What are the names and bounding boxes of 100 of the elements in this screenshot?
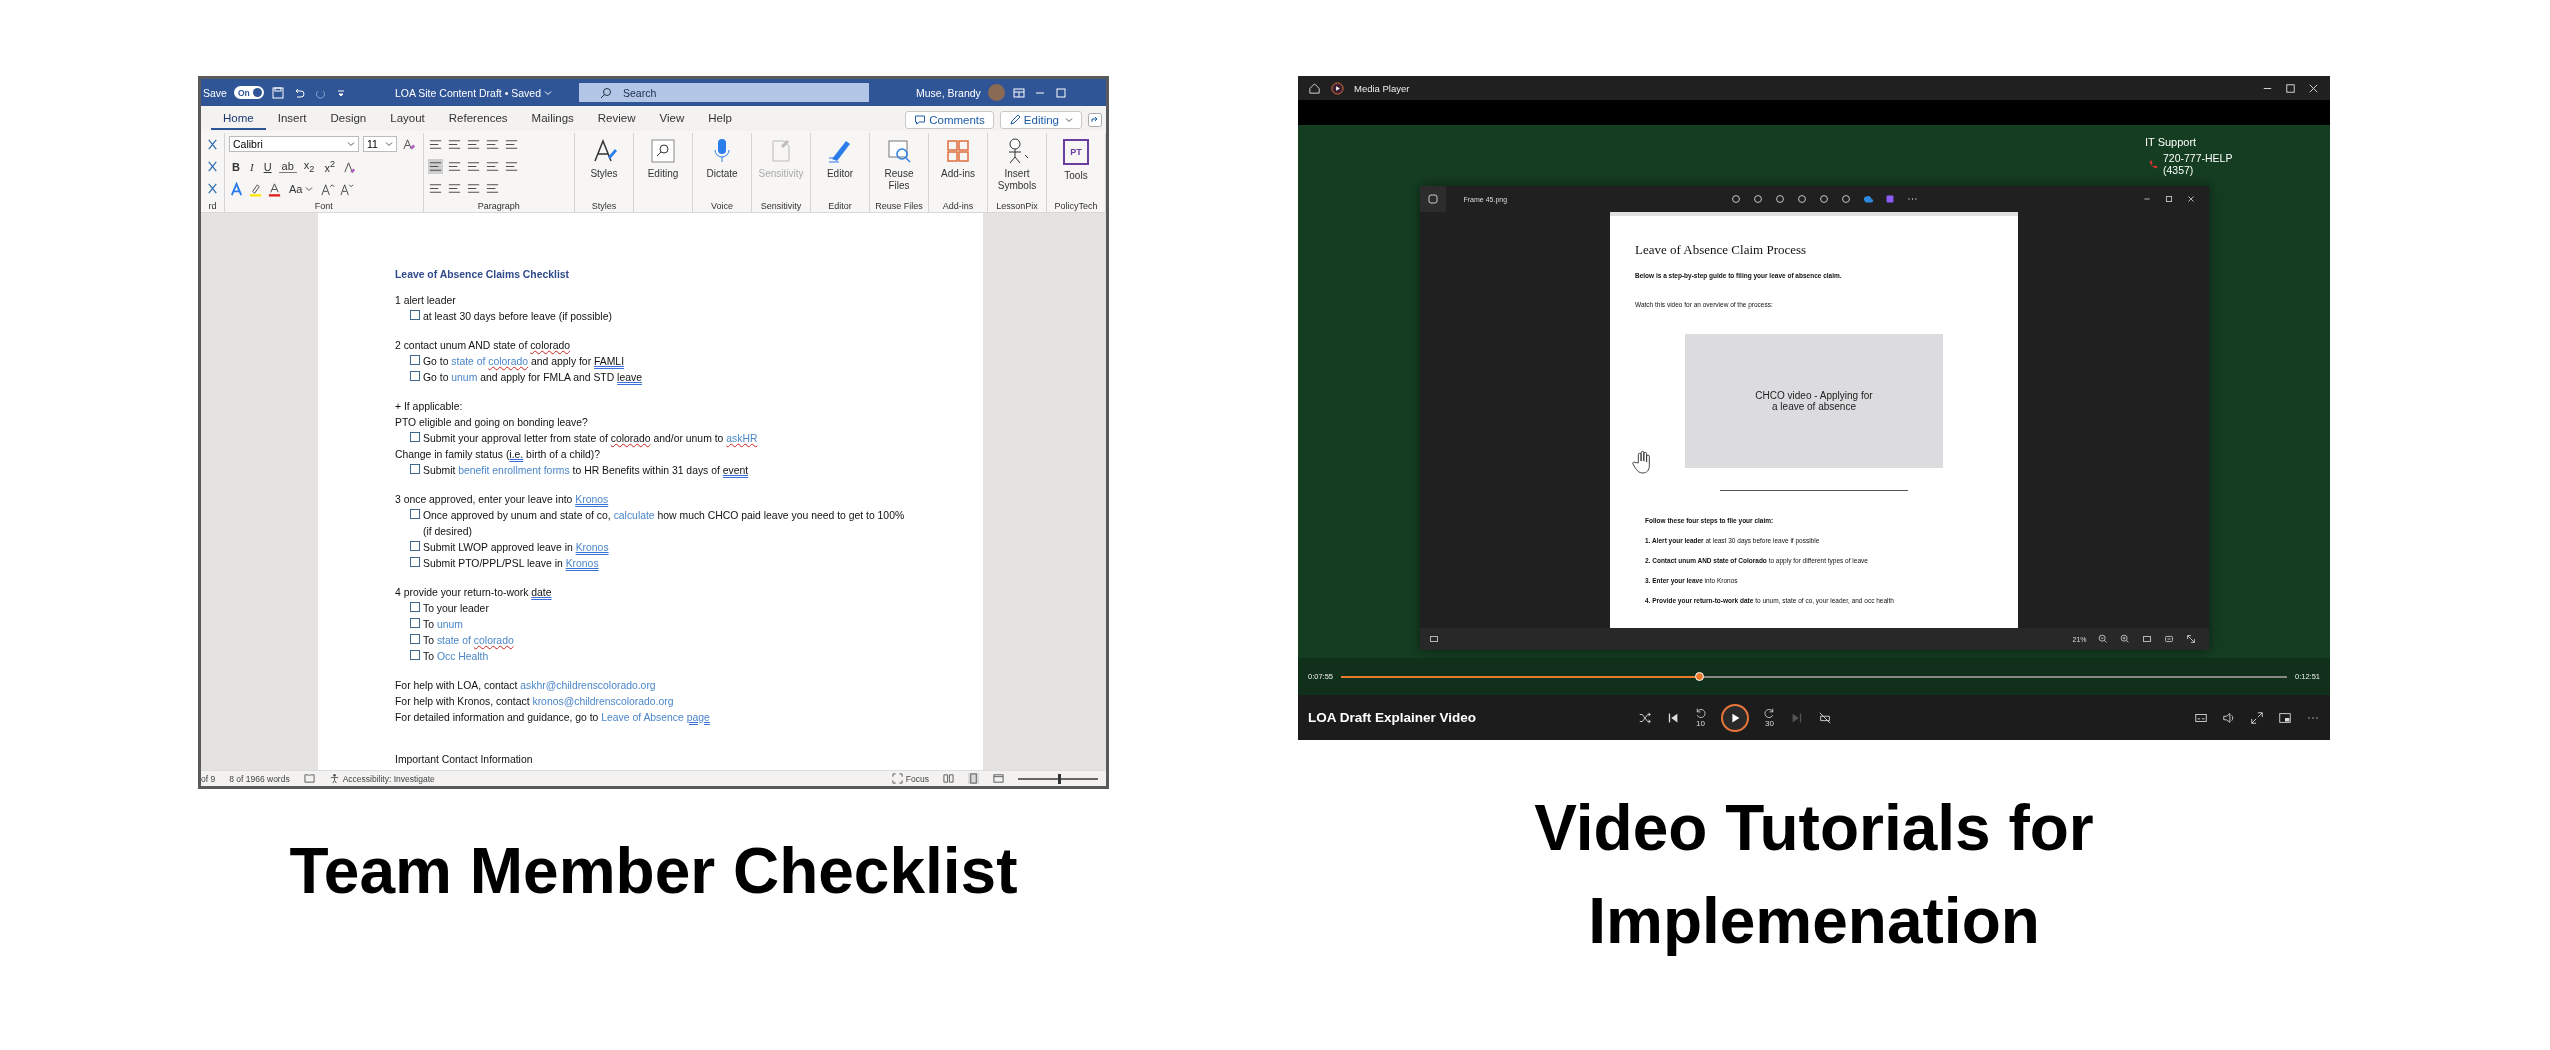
ribbon-tab[interactable]: References	[436, 109, 520, 130]
font-color-icon[interactable]	[267, 181, 282, 197]
fit-icon[interactable]	[2140, 633, 2153, 645]
link[interactable]: Leave of Absence page	[601, 712, 710, 723]
web-layout-icon[interactable]	[993, 773, 1004, 784]
highlighter-icon[interactable]	[248, 181, 263, 197]
skip-back-button[interactable]: 10	[1694, 707, 1707, 728]
format-button[interactable]: B	[229, 161, 243, 173]
clear-formatting-icon[interactable]	[401, 136, 416, 152]
link[interactable]: Kronos	[575, 542, 609, 553]
home-icon[interactable]	[1308, 81, 1321, 95]
format-button[interactable]: x$_{2}$	[300, 159, 318, 175]
fullscreen-icon[interactable]	[2250, 710, 2264, 725]
print-layout-icon[interactable]	[968, 773, 979, 784]
link[interactable]: Occ Health	[436, 651, 489, 662]
seek-bar[interactable]	[1341, 675, 2287, 678]
repeat-off-icon[interactable]	[1818, 710, 1832, 725]
checkbox[interactable]	[410, 371, 420, 381]
ribbon-tab[interactable]: Layout	[378, 109, 437, 130]
checkbox[interactable]	[410, 355, 420, 365]
volume-icon[interactable]	[2222, 710, 2236, 725]
document-title[interactable]: LOA Site Content Draft • Saved	[394, 86, 553, 99]
checkbox[interactable]	[410, 650, 420, 660]
document-line: For help with Kronos, contact kronos@childrenscolorado.org	[395, 695, 675, 709]
text-effects-icon[interactable]	[229, 181, 244, 197]
align-center-icon[interactable]	[446, 159, 462, 174]
link[interactable]: kronos@childrenscolorado.org	[532, 696, 674, 707]
search-field[interactable]: Search	[579, 83, 870, 102]
share-icon[interactable]	[1088, 111, 1102, 128]
grow-font-icon[interactable]	[320, 181, 336, 197]
shuffle-icon[interactable]	[1638, 710, 1652, 725]
link[interactable]: state of colorado	[451, 356, 529, 367]
change-case-button[interactable]: Aa	[286, 183, 317, 196]
format-button[interactable]: ab	[278, 161, 297, 173]
checkbox[interactable]	[410, 464, 420, 474]
ribbon-tab[interactable]: Mailings	[519, 109, 586, 130]
cloud-icon[interactable]	[1861, 193, 1874, 205]
ribbon-tab[interactable]: Design	[318, 109, 379, 130]
ribbon-display-icon[interactable]	[1011, 85, 1026, 100]
actual-size-icon[interactable]	[2162, 633, 2175, 645]
highlight-eraser-icon[interactable]	[342, 159, 357, 175]
ribbon-tab[interactable]: Review	[585, 109, 648, 130]
focus-button[interactable]: Focus	[891, 773, 929, 784]
link[interactable]: askHR	[726, 433, 758, 444]
shrink-font-icon[interactable]	[339, 181, 355, 197]
ribbon-button[interactable]: Insert Symbols	[991, 133, 1043, 200]
format-button[interactable]: U	[260, 161, 275, 173]
format-button[interactable]: I	[246, 161, 257, 173]
link[interactable]: Kronos	[565, 558, 599, 569]
filmstrip-icon[interactable]	[1427, 633, 1440, 645]
ribbon-button[interactable]: Reuse Files	[873, 133, 925, 200]
ribbon-button[interactable]: Add-ins	[932, 133, 984, 200]
justify-icon[interactable]	[484, 159, 500, 174]
checklist-item: Submit LWOP approved leave in Kronos	[423, 541, 610, 555]
checkbox[interactable]	[410, 310, 420, 320]
checkbox[interactable]	[410, 541, 420, 551]
link[interactable]: benefit enrollment forms	[458, 465, 570, 476]
checklist-item: Go to unum and apply for FMLA and STD leave	[423, 371, 643, 385]
accessibility-button[interactable]: Accessibility: Investigate	[328, 773, 435, 784]
book-icon[interactable]	[303, 773, 315, 784]
zoom-out-icon[interactable]	[2096, 633, 2109, 645]
checkbox[interactable]	[410, 432, 420, 442]
ribbon-tab[interactable]: View	[647, 109, 697, 130]
play-button[interactable]	[1721, 703, 1749, 732]
miniplayer-icon[interactable]	[2278, 710, 2292, 725]
ribbon-tab[interactable]: Help	[696, 109, 744, 130]
editing-mode-button[interactable]: Editing	[999, 110, 1082, 129]
skip-forward-button[interactable]: 30	[1763, 707, 1776, 728]
comments-button[interactable]: Comments	[905, 110, 994, 129]
ribbon-button[interactable]: Editor	[814, 133, 866, 200]
checkbox[interactable]	[410, 509, 420, 519]
line-spacing-icon[interactable]	[503, 159, 519, 174]
fullscreen-icon[interactable]	[2184, 633, 2197, 645]
link[interactable]: askhr@childrenscolorado.org	[520, 680, 656, 691]
checkbox[interactable]	[410, 602, 420, 612]
seek-thumb[interactable]	[1695, 671, 1705, 681]
checkbox[interactable]	[410, 634, 420, 644]
zoom-in-icon[interactable]	[2118, 633, 2131, 645]
ribbon-button[interactable]: Styles	[578, 133, 630, 200]
font-size-dropdown[interactable]: 11	[363, 136, 397, 153]
link[interactable]: unum	[436, 619, 463, 630]
font-name-dropdown[interactable]: Calibri	[229, 136, 359, 153]
ribbon-button[interactable]: Dictate	[696, 133, 748, 200]
read-mode-icon[interactable]	[943, 773, 954, 784]
link[interactable]: state of colorado	[436, 635, 514, 646]
link[interactable]: calculate	[613, 510, 655, 521]
ribbon-button[interactable]: Editing	[637, 133, 689, 200]
align-left-icon[interactable]	[427, 159, 443, 174]
link[interactable]: Kronos	[575, 494, 609, 505]
ribbon-tab[interactable]: Insert	[265, 109, 319, 130]
ribbon-button[interactable]: PT Tools	[1050, 133, 1102, 200]
maximize-icon[interactable]	[2284, 81, 2297, 95]
checkbox[interactable]	[410, 557, 420, 567]
checkbox[interactable]	[410, 618, 420, 628]
format-button[interactable]: x$^{2}$	[321, 159, 338, 175]
gallery-icon[interactable]	[1419, 186, 1446, 212]
save-icon[interactable]	[270, 85, 285, 100]
autosave-toggle[interactable]: On	[233, 86, 264, 99]
align-right-icon[interactable]	[465, 159, 481, 174]
link[interactable]: unum	[451, 372, 478, 383]
